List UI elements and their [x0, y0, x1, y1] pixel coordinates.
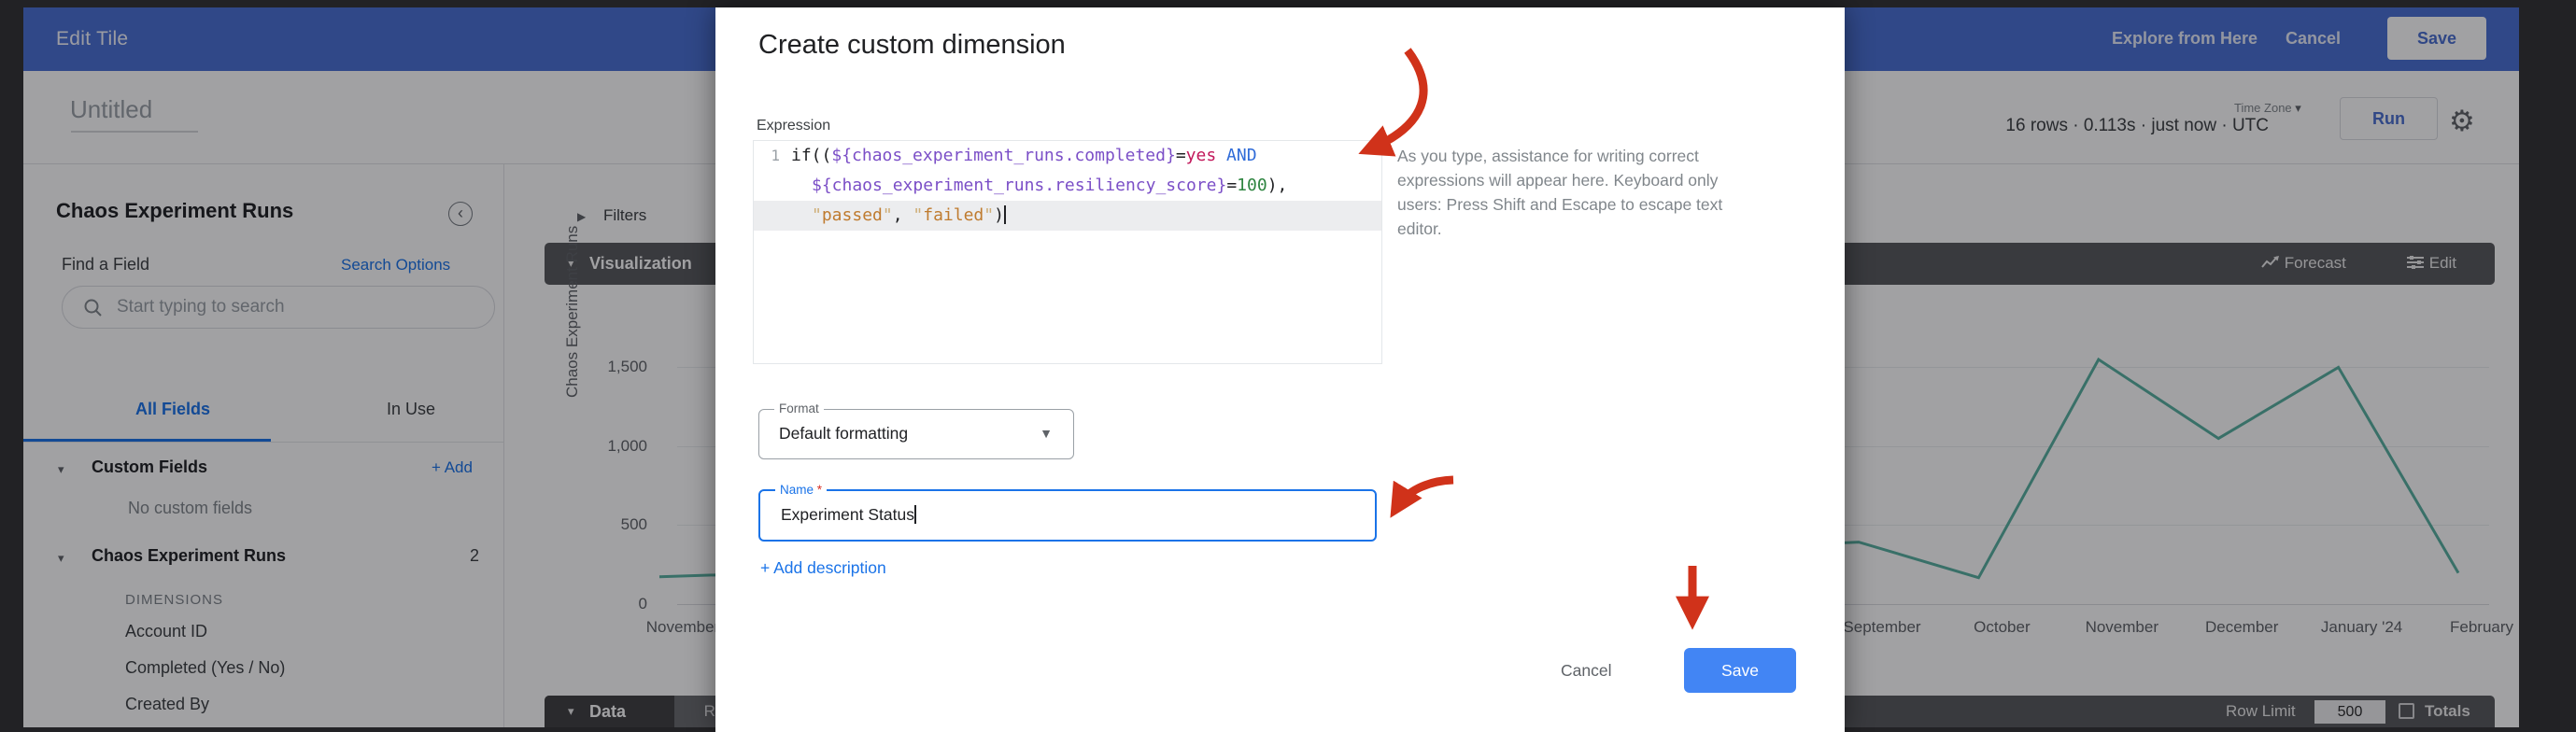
text-cursor: [1004, 205, 1006, 224]
line-number: 1: [754, 141, 791, 171]
add-description-link[interactable]: + Add description: [760, 558, 886, 578]
name-value: Experiment Status: [781, 505, 914, 524]
format-dropdown[interactable]: Format Default formatting ▼: [758, 409, 1074, 459]
create-custom-dimension-modal: Create custom dimension Expression 1if((…: [715, 7, 1845, 732]
text-cursor: [914, 505, 916, 524]
expression-help-text: As you type, assistance for writing corr…: [1397, 144, 1790, 241]
expression-label: Expression: [757, 118, 830, 134]
expression-editor[interactable]: 1if((${chaos_experiment_runs.completed}=…: [753, 140, 1382, 364]
chevron-down-icon: ▼: [1040, 426, 1053, 441]
code-line[interactable]: ${chaos_experiment_runs.resiliency_score…: [754, 171, 1381, 201]
code-line[interactable]: 1if((${chaos_experiment_runs.completed}=…: [754, 141, 1381, 171]
cancel-button-modal[interactable]: Cancel: [1561, 661, 1611, 681]
modal-title: Create custom dimension: [758, 30, 1066, 61]
name-field-label: Name *: [775, 483, 827, 497]
save-button-modal[interactable]: Save: [1684, 648, 1796, 693]
format-value: Default formatting: [779, 424, 908, 443]
code-line[interactable]: "passed", "failed"): [754, 201, 1381, 231]
format-field-label: Format: [774, 401, 824, 415]
name-input[interactable]: Name * Experiment Status: [758, 489, 1377, 542]
